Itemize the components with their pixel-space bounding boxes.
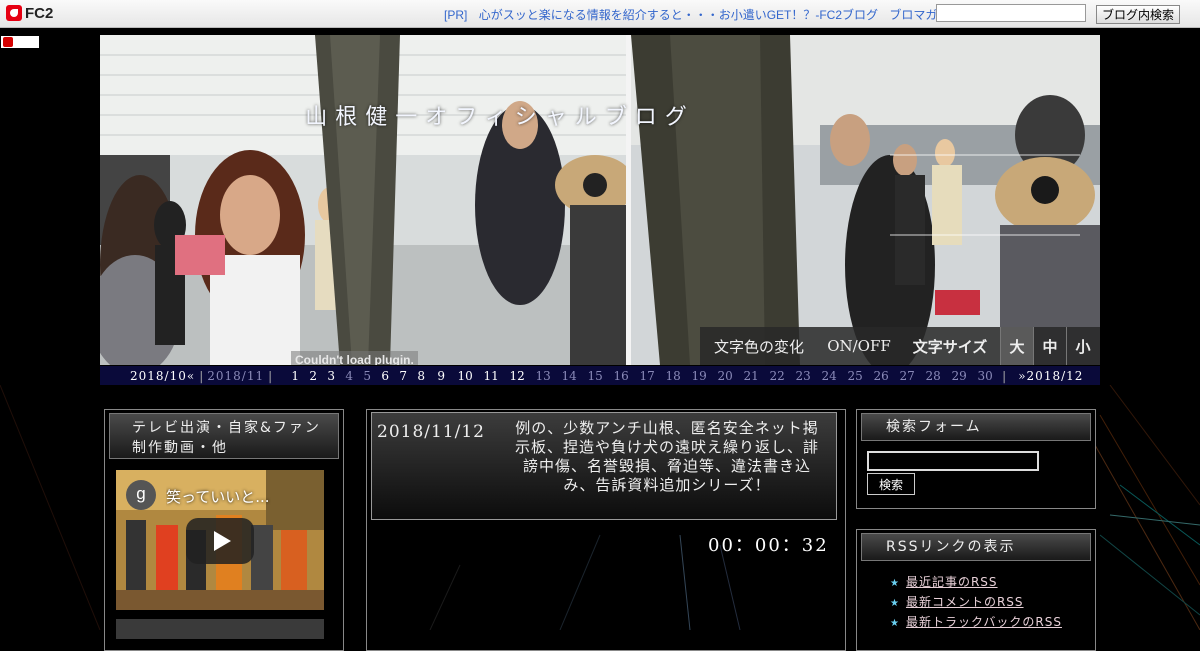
calendar-day[interactable]: 2 xyxy=(304,369,322,383)
calendar-day: 20 xyxy=(717,368,733,383)
calendar-day[interactable]: 11 xyxy=(478,369,504,383)
search-form-heading: 検索フォーム xyxy=(861,413,1091,441)
calendar-day: 16 xyxy=(613,368,629,383)
calendar-day: 23 xyxy=(795,368,811,383)
text-controls: 文字色の変化 ON/OFF 文字サイズ 大 中 小 xyxy=(700,327,1100,365)
color-change-label: 文字色の変化 xyxy=(713,337,804,356)
calendar-day: 19 xyxy=(691,368,707,383)
calendar-current-month: 2018/11 xyxy=(207,368,265,383)
calendar-day: 5 xyxy=(363,368,371,383)
header-photo xyxy=(100,35,1100,365)
onoff-button[interactable]: ON/OFF xyxy=(818,327,900,365)
calendar-day: 18 xyxy=(665,368,681,383)
calendar-day: 30 xyxy=(977,368,993,383)
calendar-day: 26 xyxy=(873,368,889,383)
calendar-day: 21 xyxy=(743,368,759,383)
star-icon: ★ xyxy=(890,598,900,609)
calendar-day[interactable]: 10 xyxy=(452,369,478,383)
header-banner: 山根健一オフィシャルブログ Couldn't load plugin. xyxy=(100,35,1100,365)
calendar-day: 27 xyxy=(899,368,915,383)
promaga-link[interactable]: ブロマガ xyxy=(889,8,937,22)
blog-search-button[interactable]: ブログ内検索 xyxy=(1096,5,1180,24)
calendar-day[interactable]: 12 xyxy=(504,369,530,383)
calendar-day[interactable]: 1 xyxy=(286,369,304,383)
rss-link-label[interactable]: 最新コメントのRSS xyxy=(906,595,1024,609)
calendar-bar: 2018/10« | 2018/11 | 1 2 3 4 5 6 7 8 9 10 11 12 13 14… xyxy=(100,366,1100,385)
calendar-day[interactable]: 6 xyxy=(376,369,394,383)
entry-header: 2018/11/12 例の、少数アンチ山根、匿名安全ネット掲示板、捏造や負け犬の… xyxy=(371,412,837,520)
play-button[interactable] xyxy=(186,518,254,564)
rss-link-label[interactable]: 最近記事のRSS xyxy=(906,575,998,589)
star-icon: ★ xyxy=(890,578,900,589)
pr-text[interactable]: 心がスッと楽になる情報を紹介すると・・・お小遣いGET！？-FC2ブログ xyxy=(479,8,878,22)
pr-tag[interactable]: [PR] xyxy=(444,8,467,22)
video-title[interactable]: 笑っていいと... xyxy=(166,486,316,507)
pr-link[interactable]: [PR] 心がスッと楽になる情報を紹介すると・・・お小遣いGET！？-FC2ブロ… xyxy=(444,6,945,23)
calendar-day: 4 xyxy=(345,368,353,383)
plugin-error-message: Couldn't load plugin. xyxy=(291,351,418,365)
rss-heading: RSSリンクの表示 xyxy=(861,533,1091,561)
play-icon xyxy=(213,531,231,551)
rss-link-recent-comments[interactable]: ★ 最新コメントのRSS xyxy=(890,593,1024,610)
calendar-next-month[interactable]: »2018/12 xyxy=(1018,369,1083,383)
calendar-day[interactable]: 8 xyxy=(412,369,430,383)
calendar-day: 13 xyxy=(535,368,551,383)
calendar-day: 28 xyxy=(925,368,941,383)
font-size-small-button[interactable]: 小 xyxy=(1066,327,1099,365)
calendar-separator: | xyxy=(268,368,273,383)
calendar-day: 25 xyxy=(847,368,863,383)
calendar-day: 24 xyxy=(821,368,837,383)
fc2-logo-text: FC2 xyxy=(25,4,54,22)
calendar-day[interactable]: 7 xyxy=(394,369,412,383)
calendar-separator: | xyxy=(199,368,204,383)
calendar-day: 29 xyxy=(951,368,967,383)
fc2-badge-icon xyxy=(3,37,13,47)
calendar-separator: | xyxy=(1002,368,1007,383)
video-embed-second[interactable] xyxy=(116,619,324,639)
video-embed[interactable]: g 笑っていいと... xyxy=(116,470,324,610)
font-size-medium-button[interactable]: 中 xyxy=(1033,327,1066,365)
font-size-large-button[interactable]: 大 xyxy=(1000,327,1033,365)
calendar-day[interactable]: 9 xyxy=(430,369,452,383)
calendar-day[interactable]: 3 xyxy=(322,369,340,383)
plugin-badge xyxy=(1,36,39,48)
font-size-label: 文字サイズ xyxy=(912,337,988,356)
fc2-logo[interactable]: FC2 xyxy=(6,3,53,23)
video-sidebar-heading: テレビ出演・自家&ファン制作動画・他 xyxy=(109,413,339,459)
rss-link-recent-posts[interactable]: ★ 最近記事のRSS xyxy=(890,573,998,590)
video-channel-avatar[interactable]: g xyxy=(126,480,156,510)
search-input[interactable] xyxy=(867,451,1039,471)
calendar-day: 15 xyxy=(587,368,603,383)
blog-title[interactable]: 山根健一オフィシャルブログ xyxy=(100,99,900,131)
rss-link-recent-trackbacks[interactable]: ★ 最新トラックバックのRSS xyxy=(890,613,1062,630)
entry-title[interactable]: 例の、少数アンチ山根、匿名安全ネット掲示板、捏造や負け犬の遠吠え繰り返し、誹謗中… xyxy=(508,419,826,495)
fc2-top-bar: FC2 [PR] 心がスッと楽になる情報を紹介すると・・・お小遣いGET！？-F… xyxy=(0,0,1200,28)
star-icon: ★ xyxy=(890,618,900,629)
entry-date: 2018/11/12 xyxy=(377,422,485,442)
fc2-logo-icon xyxy=(6,5,22,21)
calendar-prev-month[interactable]: 2018/10« xyxy=(130,369,195,383)
calendar-day: 22 xyxy=(769,368,785,383)
rss-panel: RSSリンクの表示 xyxy=(856,529,1096,651)
blog-search-input[interactable] xyxy=(936,4,1086,22)
calendar-day: 17 xyxy=(639,368,655,383)
calendar-days: 1 2 3 4 5 6 7 8 9 10 11 12 13 14 15 16 17 18 19 20 21 22 23 24 2… xyxy=(286,369,998,383)
entry-clock: 00：00：32 xyxy=(708,535,829,556)
rss-link-label[interactable]: 最新トラックバックのRSS xyxy=(906,615,1062,629)
search-button[interactable]: 検索 xyxy=(867,473,915,495)
calendar-day: 14 xyxy=(561,368,577,383)
